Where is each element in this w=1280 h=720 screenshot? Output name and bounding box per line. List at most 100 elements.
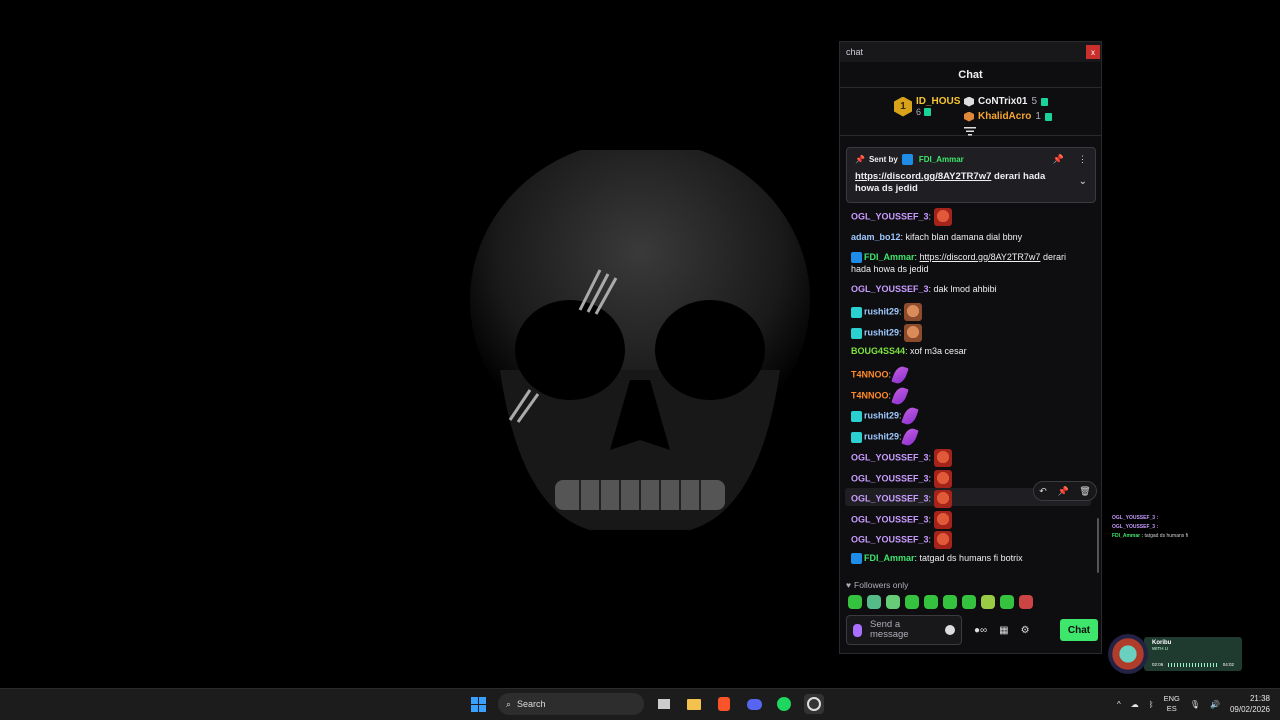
leaderboard-row[interactable]: CoNTrix01 5	[964, 96, 1052, 107]
chat-message[interactable]: OGL_YOUSSEF_3:	[851, 208, 1086, 226]
bluetooth-icon[interactable]: ᛒ	[1149, 700, 1154, 709]
window-titlebar[interactable]: chat x	[840, 42, 1101, 62]
emote-icon[interactable]	[924, 595, 938, 609]
face-emote-icon[interactable]	[933, 208, 952, 226]
emote-icon[interactable]	[848, 595, 862, 609]
cloud-icon[interactable]: ☁	[1131, 700, 1139, 709]
gear-icon[interactable]: ⚙	[1021, 625, 1030, 636]
emote-icon[interactable]	[981, 595, 995, 609]
chat-message[interactable]: BOUG4SS44: xof m3a cesar	[851, 345, 1086, 357]
more-options-icon[interactable]: ⋮	[1078, 154, 1087, 165]
chat-message[interactable]: OGL_YOUSSEF_3:	[851, 449, 1086, 467]
media-widget[interactable]: Koribu WITH U 02:06 04:02	[1108, 634, 1242, 678]
chat-username[interactable]: OGL_YOUSSEF_3	[851, 493, 929, 503]
obs-icon[interactable]	[804, 694, 824, 714]
chat-username[interactable]: OGL_YOUSSEF_3	[851, 534, 929, 544]
chat-username[interactable]: FDI_Ammar	[864, 553, 915, 563]
emote-icon[interactable]	[867, 595, 881, 609]
discord-icon[interactable]	[744, 694, 764, 714]
pinned-link[interactable]: https://discord.gg/8AY2TR7w7	[855, 171, 991, 182]
chevron-down-icon[interactable]: ⌄	[1079, 176, 1087, 187]
chat-message[interactable]: OGL_YOUSSEF_3:	[851, 511, 1086, 529]
close-button[interactable]: x	[1086, 45, 1100, 59]
chat-message[interactable]: rushit29:	[851, 303, 1086, 321]
emote-icon[interactable]	[1000, 595, 1014, 609]
chat-username[interactable]: rushit29	[864, 410, 899, 420]
chat-message[interactable]: rushit29:	[851, 324, 1086, 342]
leaderboard-row[interactable]: KhalidAcro 1	[964, 111, 1052, 122]
emote-icon[interactable]	[905, 595, 919, 609]
chat-message[interactable]: rushit29:	[851, 405, 1086, 427]
file-explorer-icon[interactable]	[684, 694, 704, 714]
leaderboard-first[interactable]: 1 ID_HOUS 6	[894, 96, 960, 117]
face-emote-icon[interactable]	[904, 303, 923, 321]
chat-username[interactable]: rushit29	[864, 327, 899, 337]
taskbar-search[interactable]: ⌕ Search	[498, 693, 644, 715]
pinned-author[interactable]: FDI_Ammar	[919, 155, 964, 164]
chat-username[interactable]: OGL_YOUSSEF_3	[851, 452, 929, 462]
face-emote-icon[interactable]	[933, 531, 952, 549]
chat-username[interactable]: OGL_YOUSSEF_3	[851, 473, 929, 483]
pin-message-icon[interactable]: 📌	[1057, 486, 1068, 497]
chat-username[interactable]: OGL_YOUSSEF_3	[851, 514, 929, 524]
emote-icon[interactable]	[943, 595, 957, 609]
microphone-icon[interactable]: 🎙	[1190, 700, 1200, 709]
chat-message[interactable]: T4NNOO:	[851, 385, 1086, 407]
language-indicator[interactable]: ENG ES	[1164, 694, 1180, 714]
unpin-icon[interactable]: 📌	[1053, 154, 1064, 165]
chat-username[interactable]: rushit29	[864, 431, 899, 441]
delete-icon[interactable]: 🗑	[1079, 486, 1090, 497]
chat-username[interactable]: BOUG4SS44	[851, 346, 905, 356]
chat-message[interactable]: T4NNOO:	[851, 364, 1086, 386]
feather-emote-icon[interactable]	[901, 426, 919, 448]
chat-username[interactable]: rushit29	[864, 306, 899, 316]
chat-message[interactable]: OGL_YOUSSEF_3:	[851, 531, 1086, 549]
volume-icon[interactable]: 🔊	[1210, 700, 1220, 709]
face-emote-icon[interactable]	[904, 324, 923, 342]
emoji-icon[interactable]	[945, 625, 955, 635]
channel-points-icon[interactable]: ●∞	[974, 625, 987, 636]
emote-icon[interactable]	[1019, 595, 1033, 609]
chat-message[interactable]: OGL_YOUSSEF_3: dak lmod ahbibi	[851, 283, 1086, 295]
chat-message[interactable]: adam_bo12: kifach blan damana dial bbny	[851, 231, 1086, 243]
store-icon[interactable]: ▦	[999, 625, 1008, 636]
chat-input[interactable]: Send a message	[846, 615, 962, 645]
chat-message[interactable]: FDI_Ammar: tatgad ds humans fi botrix	[851, 552, 1086, 565]
chat-send-button[interactable]: Chat	[1060, 619, 1098, 641]
collapse-icon[interactable]	[964, 126, 976, 136]
chat-username[interactable]: T4NNOO	[851, 390, 889, 400]
face-emote-icon[interactable]	[933, 511, 952, 529]
brave-browser-icon[interactable]	[714, 694, 734, 714]
feather-emote-icon[interactable]	[890, 385, 909, 407]
pinned-message[interactable]: 📌 Sent by FDI_Ammar https://discord.gg/8…	[846, 147, 1096, 203]
chat-input-placeholder: Send a message	[870, 619, 909, 640]
reply-icon[interactable]: ↶	[1039, 486, 1047, 497]
chat-separator: :	[928, 493, 934, 504]
start-button[interactable]	[468, 694, 488, 714]
waveform[interactable]	[1168, 662, 1218, 667]
chat-link[interactable]: https://discord.gg/8AY2TR7w7	[920, 252, 1041, 262]
face-emote-icon[interactable]	[933, 490, 952, 508]
emote-icon[interactable]	[886, 595, 900, 609]
chat-username[interactable]: OGL_YOUSSEF_3	[851, 284, 929, 294]
microphone-icon[interactable]	[853, 623, 862, 637]
feather-emote-icon[interactable]	[890, 364, 909, 386]
chat-username[interactable]: FDI_Ammar	[864, 252, 915, 262]
chat-text: dak lmod ahbibi	[933, 284, 997, 294]
chat-message[interactable]: rushit29:	[851, 426, 1086, 448]
clock[interactable]: 21:38 09/02/2026	[1230, 693, 1270, 715]
feather-emote-icon[interactable]	[901, 405, 919, 427]
chat-username[interactable]: T4NNOO	[851, 369, 889, 379]
scrollbar[interactable]	[1097, 518, 1099, 573]
chevron-up-icon[interactable]: ^	[1117, 700, 1121, 709]
chat-username[interactable]: adam_bo12	[851, 232, 901, 242]
chat-message[interactable]: FDI_Ammar: https://discord.gg/8AY2TR7w7 …	[851, 251, 1086, 275]
spotify-icon[interactable]	[774, 694, 794, 714]
face-emote-icon[interactable]	[933, 470, 952, 488]
chat-username[interactable]: OGL_YOUSSEF_3	[851, 211, 929, 221]
emote-icon[interactable]	[962, 595, 976, 609]
leaderboard-score: 5	[1031, 96, 1038, 107]
face-emote-icon[interactable]	[933, 449, 952, 467]
task-view-icon[interactable]	[654, 694, 674, 714]
gem-icon	[924, 108, 932, 116]
